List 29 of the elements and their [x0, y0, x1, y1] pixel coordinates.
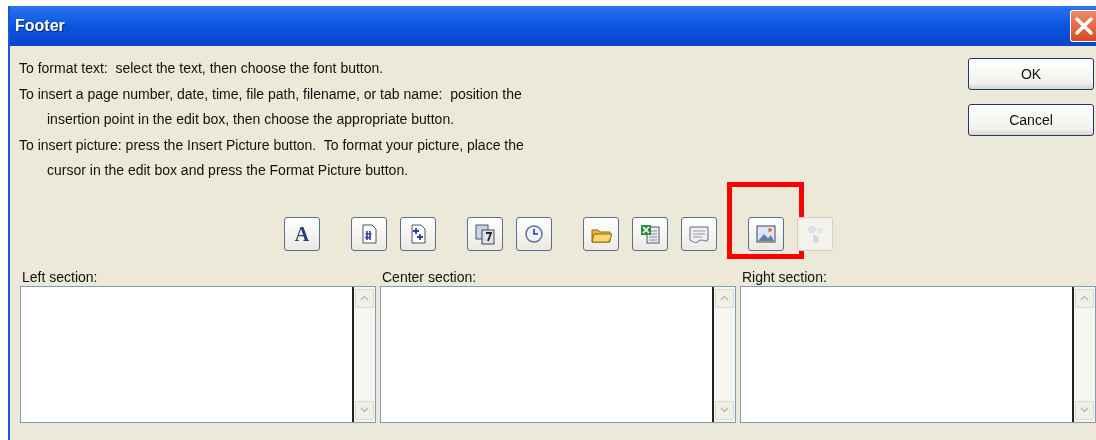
section-label: Right section: [741, 268, 828, 286]
font-button[interactable]: A [283, 216, 320, 251]
ok-button[interactable]: OK [968, 58, 1094, 90]
chevron-up-icon [360, 295, 369, 301]
instruction-text: To format text: select the text, then choose the font button. [19, 60, 384, 76]
chevron-down-icon [360, 407, 369, 413]
calendar-button[interactable] [466, 216, 503, 251]
chevron-down-icon [1080, 407, 1089, 413]
clock-button[interactable] [515, 216, 552, 251]
chevron-up-icon [1080, 295, 1089, 301]
chevron-up-icon [720, 295, 729, 301]
sheet-button[interactable] [680, 216, 717, 251]
spreadsheet-button[interactable] [631, 216, 668, 251]
instruction-text: To insert a page number, date, time, file path, filename, or tab name: position the [19, 85, 522, 102]
page-number-button[interactable] [350, 216, 387, 251]
instruction-text: cursor in the edit box and press the Format Picture button. [47, 162, 409, 178]
chevron-down-icon [720, 407, 729, 413]
instruction-text: To insert picture: press the Insert Picture button. To format your picture, place the [19, 136, 524, 153]
calendar-icon [472, 221, 497, 246]
section-label: Center section: [381, 268, 478, 286]
page-count-button[interactable] [399, 216, 436, 251]
font-icon: A [289, 221, 314, 246]
close-button[interactable] [1070, 10, 1096, 42]
section-label: Left section: [21, 268, 99, 286]
picture-button[interactable] [747, 216, 784, 251]
cancel-button[interactable]: Cancel [968, 104, 1094, 136]
instruction-text: insertion point in the edit box, then choose the appropriate button. [47, 111, 455, 127]
folder-button[interactable] [582, 216, 619, 251]
window-title: Footer [15, 16, 65, 36]
